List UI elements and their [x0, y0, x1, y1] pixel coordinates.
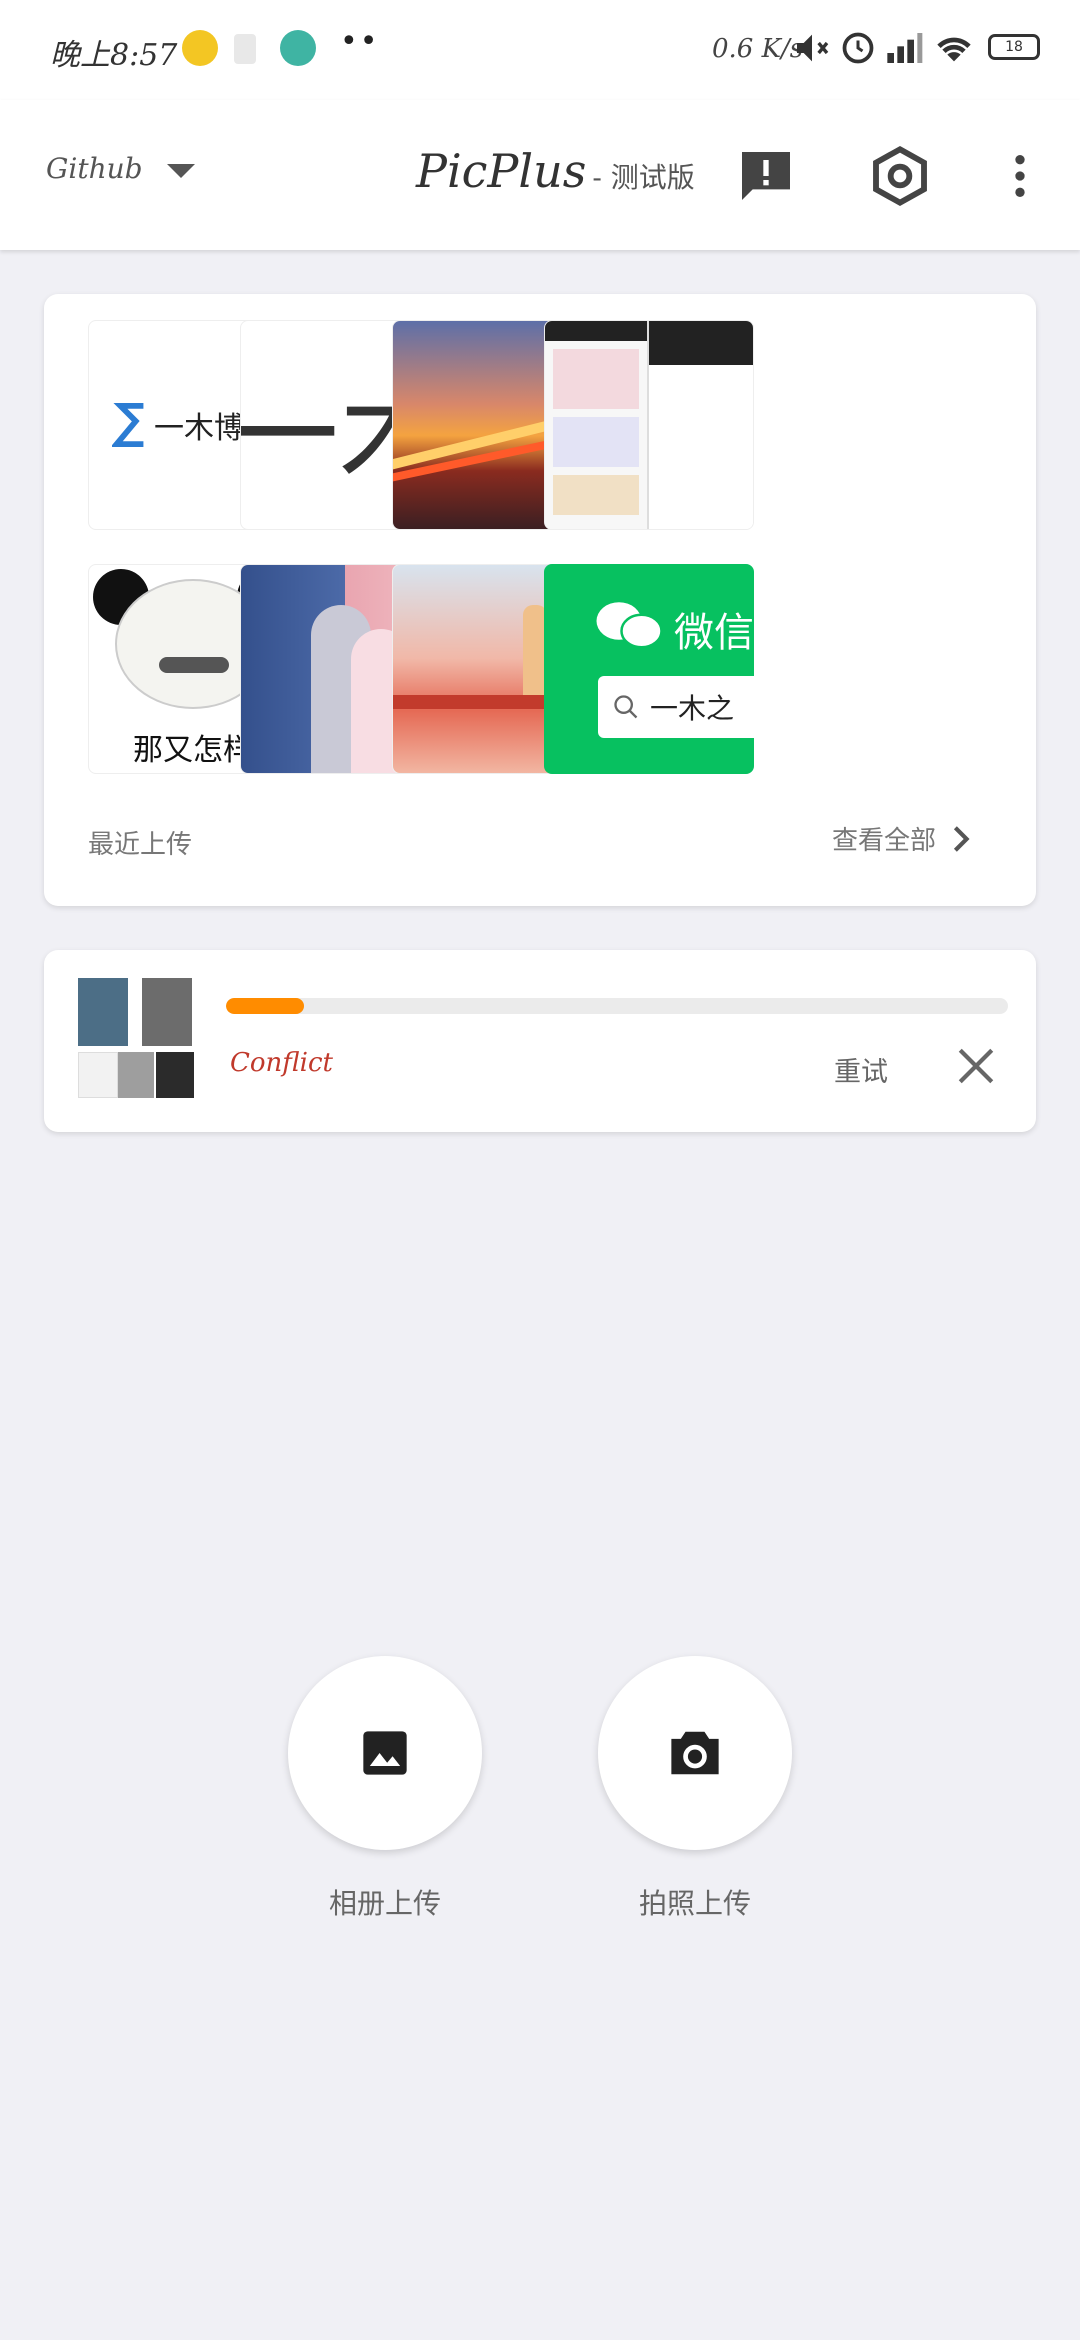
- album-upload-label: 相册上传: [328, 1887, 441, 1920]
- upload-status: Conflict: [230, 1048, 333, 1078]
- upload-progress-fill: [226, 998, 305, 1014]
- image-icon: [363, 1731, 407, 1775]
- camera-upload-label: 拍照上传: [638, 1887, 751, 1920]
- close-icon: [958, 1048, 994, 1084]
- feedback-button[interactable]: [730, 140, 802, 212]
- blog-logo-icon: [112, 402, 144, 448]
- source-select[interactable]: Github: [46, 152, 195, 185]
- upload-progress-bar: [226, 998, 1008, 1014]
- retry-button[interactable]: 重试: [834, 1050, 888, 1089]
- feedback-icon: [742, 152, 790, 200]
- screenshot-panel: [545, 321, 649, 529]
- more-dots-icon: ••: [340, 24, 380, 59]
- app-subtitle: - 测试版: [592, 161, 695, 194]
- cancel-upload-button[interactable]: [948, 1038, 1004, 1094]
- more-menu-button[interactable]: [984, 140, 1056, 212]
- music-app-icon: [182, 30, 218, 66]
- battery-level: 18: [1005, 39, 1023, 55]
- app-bar: Github PicPlus - 测试版: [0, 100, 1080, 250]
- search-icon: [614, 695, 638, 719]
- view-all-label: 查看全部: [831, 826, 936, 856]
- screenshot-panel: [649, 321, 753, 529]
- upload-thumbnail: [72, 976, 200, 1104]
- app-name: PicPlus: [416, 144, 587, 198]
- browser-icon: [280, 30, 316, 66]
- camera-upload-button[interactable]: [598, 1656, 792, 1850]
- wechat-title: 微信: [674, 610, 754, 656]
- photo-icon: [234, 34, 256, 64]
- source-label: Github: [46, 152, 143, 185]
- mute-icon: [797, 34, 829, 62]
- chevron-down-icon: [166, 163, 195, 178]
- battery-icon: 18: [988, 34, 1040, 60]
- camera-icon: [671, 1731, 719, 1775]
- wechat-search-thumbnail[interactable]: 微信 一木之: [544, 564, 754, 774]
- page-title: PicPlus - 测试版: [416, 144, 695, 198]
- app-screenshot-thumbnail[interactable]: [544, 320, 754, 530]
- panda-mouth: [159, 657, 229, 673]
- recent-uploads-card: 一木博客 一木 那又怎样 微信: [44, 294, 1036, 906]
- wechat-search-box: 一木之: [598, 676, 754, 738]
- view-all-button[interactable]: 查看全部: [832, 820, 974, 857]
- album-upload-button[interactable]: [288, 1656, 482, 1850]
- settings-button[interactable]: [864, 140, 936, 212]
- wechat-icon: [596, 602, 663, 649]
- signal-icon: [887, 33, 923, 63]
- settings-icon: [873, 145, 927, 207]
- wifi-icon: [937, 37, 971, 62]
- alarm-icon: [842, 32, 874, 64]
- chevron-right-icon: [953, 825, 970, 852]
- upload-task-card: Conflict 重试: [44, 950, 1036, 1132]
- more-vert-icon: [1015, 155, 1025, 197]
- recent-section-label: 最近上传: [88, 830, 193, 860]
- status-bar: 晚上8:57 •• 0.6 K/s 18: [0, 0, 1080, 100]
- status-time: 晚上8:57: [50, 38, 178, 73]
- wechat-search-text: 一木之: [650, 692, 735, 725]
- net-speed: 0.6 K/s: [712, 34, 804, 64]
